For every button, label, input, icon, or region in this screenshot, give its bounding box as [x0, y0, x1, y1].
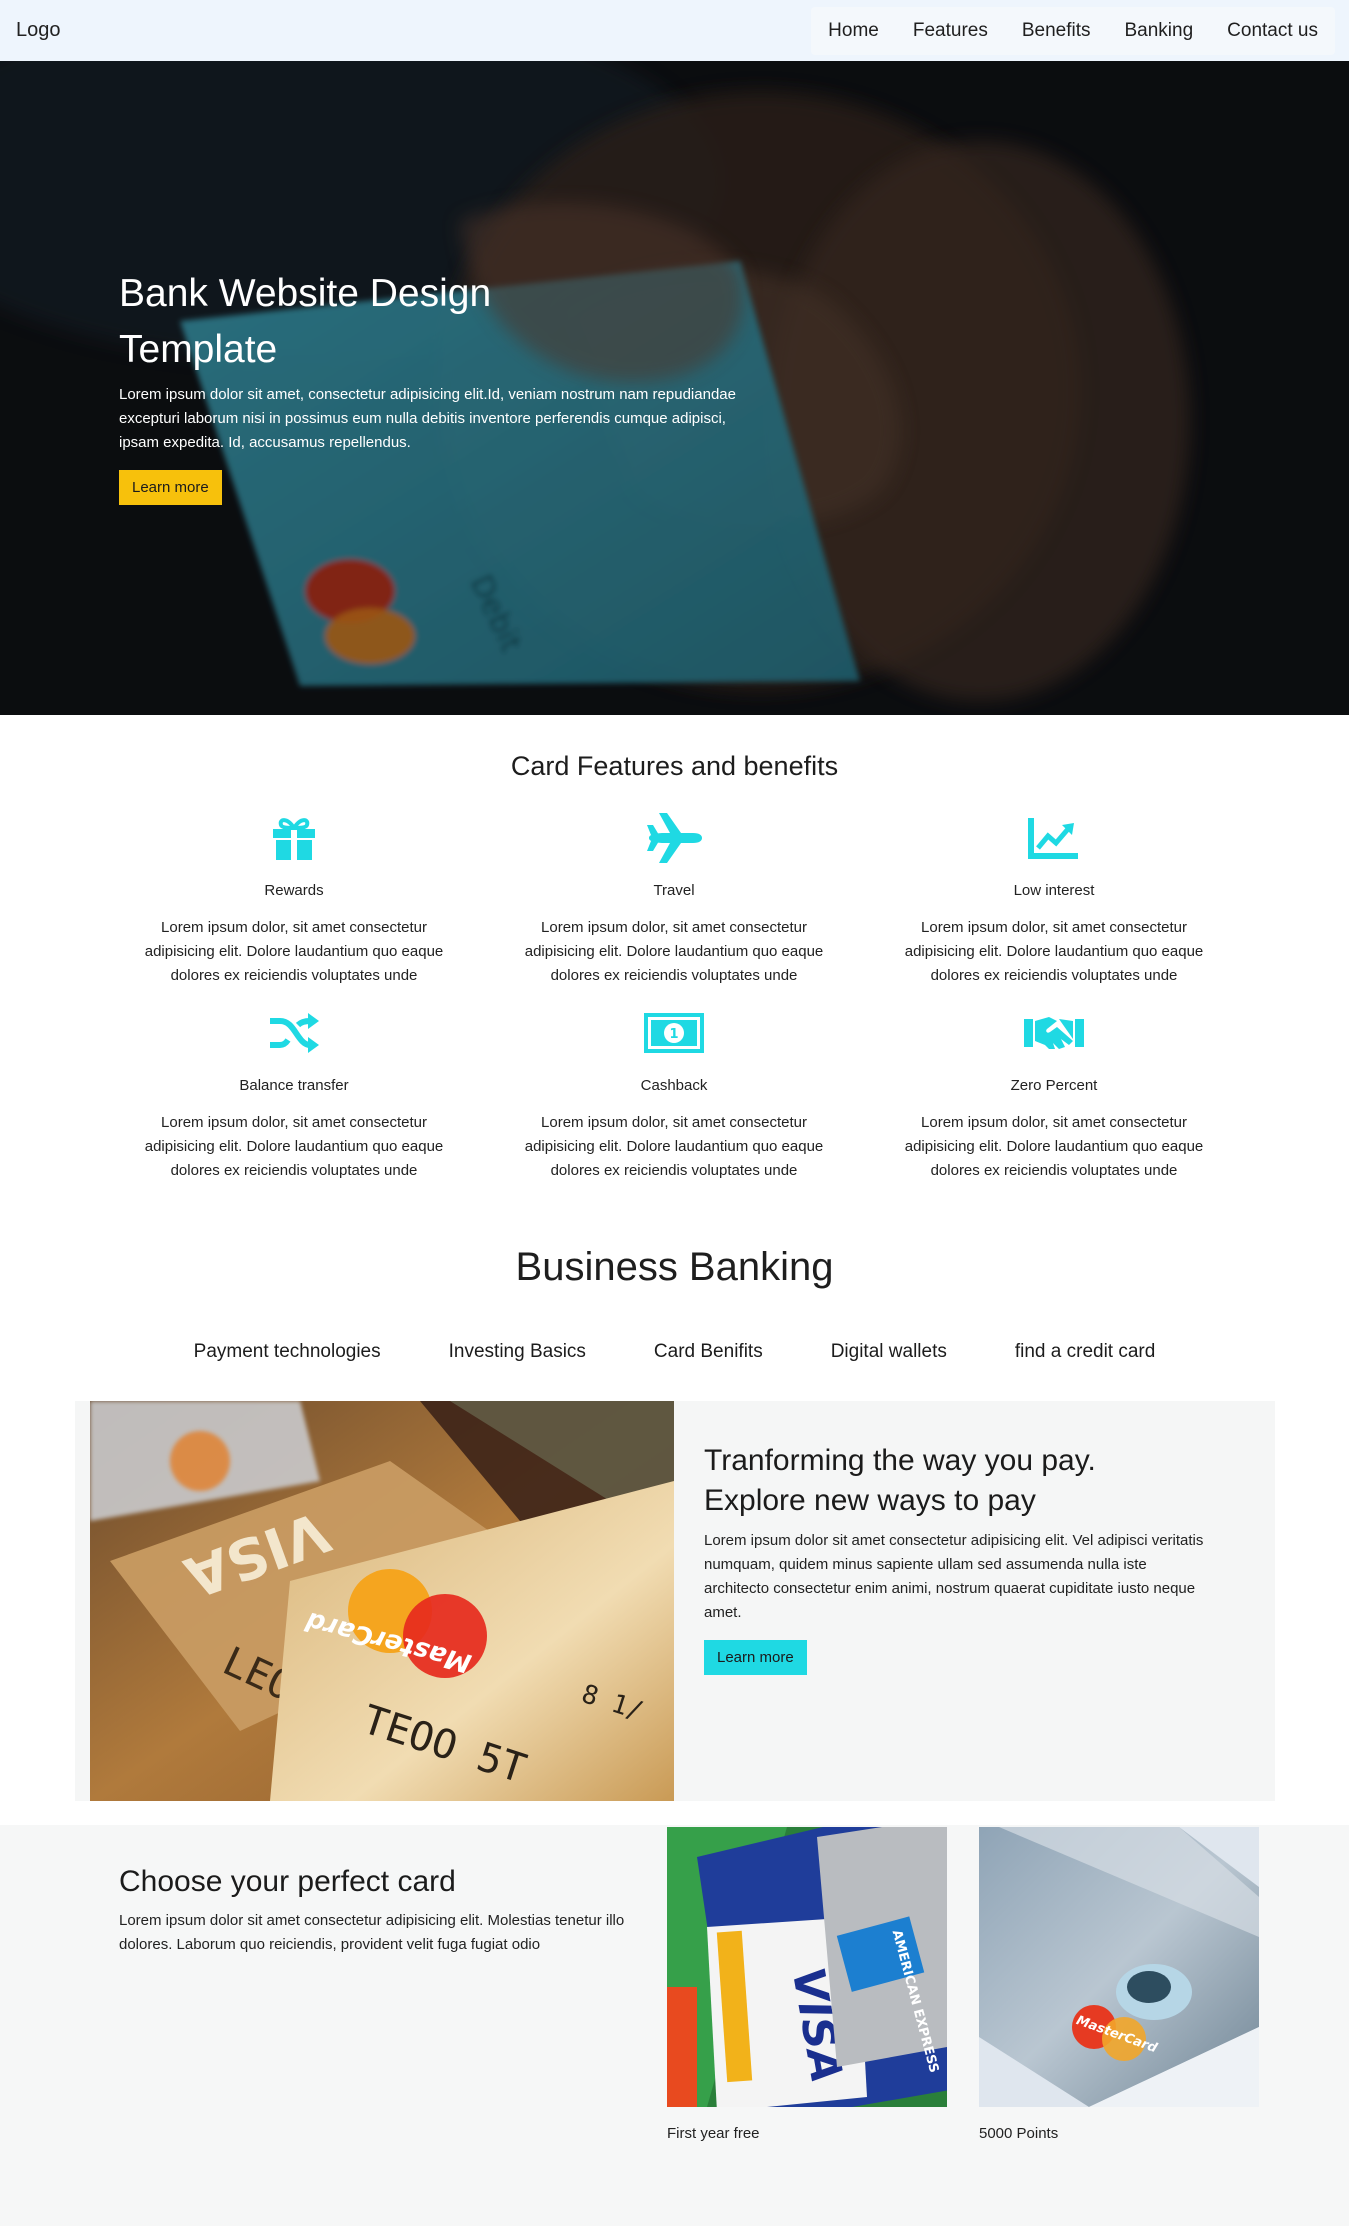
banking-learn-more-button[interactable]: Learn more: [704, 1640, 807, 1675]
feature-name: Balance transfer: [239, 1077, 349, 1094]
feature-zero-percent: Zero Percent Lorem ipsum dolor, sit amet…: [864, 1008, 1244, 1189]
feature-text: Lorem ipsum dolor, sit amet consectetur …: [524, 1114, 824, 1179]
hero-learn-more-button[interactable]: Learn more: [119, 470, 222, 505]
banking-title: Business Banking: [515, 1245, 834, 1289]
feature-cashback: 1 Cashback Lorem ipsum dolor, sit amet c…: [484, 1008, 864, 1189]
shuffle-icon: [104, 1008, 484, 1058]
choose-card-body: Choose your perfect card Lorem ipsum dol…: [119, 1865, 649, 1957]
tab-payment-technologies[interactable]: Payment technologies: [160, 1341, 415, 1363]
feature-travel: Travel Lorem ipsum dolor, sit amet conse…: [484, 813, 864, 994]
feature-text: Lorem ipsum dolor, sit amet consectetur …: [904, 919, 1204, 984]
feature-name: Low interest: [1013, 882, 1095, 899]
card-caption: First year free: [667, 2125, 760, 2142]
banking-card-body: Tranforming the way you pay. Explore new…: [704, 1441, 1224, 1675]
svg-text:1: 1: [669, 1027, 678, 1042]
choose-card-title: Choose your perfect card: [119, 1865, 456, 1898]
tab-card-benefits[interactable]: Card Benifits: [620, 1341, 797, 1363]
mastercard-photo: MasterCard: [979, 1827, 1259, 2107]
gift-icon: [104, 813, 484, 863]
tab-investing-basics[interactable]: Investing Basics: [415, 1341, 620, 1363]
hero-title: Bank Website Design Template: [119, 272, 492, 371]
card-caption: 5000 Points: [979, 2125, 1059, 2142]
feature-name: Rewards: [264, 882, 324, 899]
feature-balance-transfer: Balance transfer Lorem ipsum dolor, sit …: [104, 1008, 484, 1189]
business-banking-section: Business Banking Payment technologies In…: [0, 1215, 1349, 1825]
card-tile-first-year-free[interactable]: VISA AMERICAN EXPRESS First year free: [667, 1827, 947, 2142]
nav-menu: Home Features Benefits Banking Contact u…: [811, 6, 1335, 55]
tab-find-credit-card[interactable]: find a credit card: [981, 1341, 1189, 1363]
page: Logo Home Features Benefits Banking Cont…: [0, 0, 1349, 2226]
plane-icon: [484, 813, 864, 863]
banking-card-title-line1: Tranforming the way you pay.: [704, 1444, 1096, 1477]
nav-link-benefits[interactable]: Benefits: [1005, 20, 1108, 42]
choose-card-section: Choose your perfect card Lorem ipsum dol…: [0, 1825, 1349, 2226]
choose-card-text: Lorem ipsum dolor sit amet consectetur a…: [119, 1912, 625, 1953]
logo[interactable]: Logo: [16, 19, 61, 42]
feature-text: Lorem ipsum dolor, sit amet consectetur …: [524, 919, 824, 984]
handshake-icon: [864, 1008, 1244, 1058]
feature-name: Travel: [653, 882, 695, 899]
nav-link-contact[interactable]: Contact us: [1210, 20, 1335, 42]
credit-cards-photo: VISA LEOO MasterCard TEOO 5T 8 1/: [90, 1401, 674, 1801]
hero-text: Lorem ipsum dolor sit amet, consectetur …: [119, 386, 736, 451]
features-title: Card Features and benefits: [510, 751, 839, 781]
top-navbar: Logo Home Features Benefits Banking Cont…: [0, 0, 1349, 61]
feature-name: Zero Percent: [1010, 1077, 1098, 1094]
banking-feature-card: VISA LEOO MasterCard TEOO 5T 8 1/ Tranfo…: [75, 1401, 1275, 1801]
features-grid: Rewards Lorem ipsum dolor, sit amet cons…: [104, 813, 1244, 1189]
feature-text: Lorem ipsum dolor, sit amet consectetur …: [144, 919, 444, 984]
banking-card-title-line2: Explore new ways to pay: [704, 1484, 1036, 1517]
nav-link-banking[interactable]: Banking: [1108, 20, 1211, 42]
hero-content: Bank Website Design Template Lorem ipsum…: [119, 266, 759, 505]
money-bill-icon: 1: [484, 1008, 864, 1058]
feature-text: Lorem ipsum dolor, sit amet consectetur …: [904, 1114, 1204, 1179]
banking-card-title: Tranforming the way you pay. Explore new…: [704, 1441, 1224, 1521]
nav-link-home[interactable]: Home: [811, 20, 896, 42]
feature-low-interest: Low interest Lorem ipsum dolor, sit amet…: [864, 813, 1244, 994]
nav-link-features[interactable]: Features: [896, 20, 1005, 42]
banking-tabs: Payment technologies Investing Basics Ca…: [0, 1341, 1349, 1363]
feature-rewards: Rewards Lorem ipsum dolor, sit amet cons…: [104, 813, 484, 994]
card-tile-5000-points[interactable]: MasterCard 5000 Points: [979, 1827, 1259, 2142]
feature-name: Cashback: [640, 1077, 708, 1094]
chart-line-icon: [864, 813, 1244, 863]
features-section: Card Features and benefits Rewards Lorem…: [0, 715, 1349, 1215]
visa-amex-cards-photo: VISA AMERICAN EXPRESS: [667, 1827, 947, 2107]
feature-text: Lorem ipsum dolor, sit amet consectetur …: [144, 1114, 444, 1179]
hero-section: Debit Bank Website Design Template Lorem…: [0, 61, 1349, 715]
banking-card-text: Lorem ipsum dolor sit amet consectetur a…: [704, 1532, 1204, 1621]
tab-digital-wallets[interactable]: Digital wallets: [797, 1341, 981, 1363]
